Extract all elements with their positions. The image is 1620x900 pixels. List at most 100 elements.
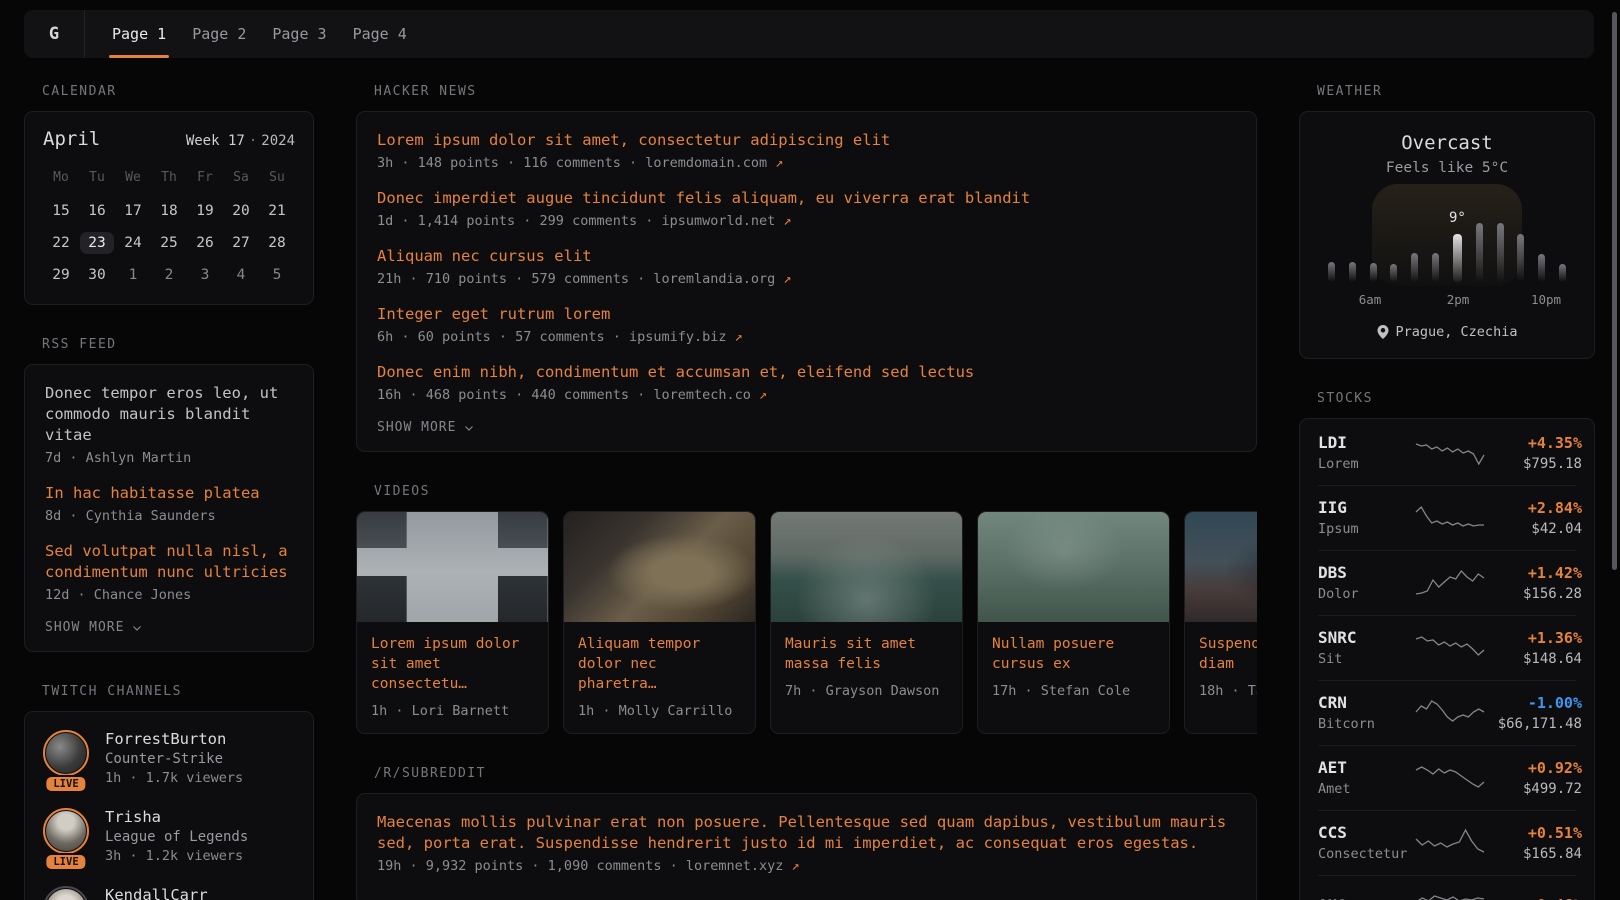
weather-bar	[1349, 262, 1356, 282]
stock-name: Consectetur	[1318, 846, 1414, 862]
video-thumbnail[interactable]	[771, 512, 962, 622]
weather-time-labels: 6am2pm10pm	[1326, 292, 1568, 308]
weather-time-label: 6am	[1359, 292, 1382, 307]
stock-row[interactable]: IIGIpsum+2.84%$42.04	[1318, 485, 1576, 550]
stock-ticker: IIG	[1318, 498, 1414, 517]
rss-item-title[interactable]: Sed volutpat nulla nisl, a condimentum n…	[45, 541, 293, 583]
stock-values: +4.35%$795.18	[1486, 434, 1582, 472]
stock-price: $499.72	[1486, 781, 1582, 797]
stock-ticker: AET	[1318, 758, 1414, 777]
stock-row[interactable]: CRNBitcorn-1.00%$66,171.48	[1318, 680, 1576, 745]
subreddit-section: /R/SUBREDDIT Maecenas mollis pulvinar er…	[356, 766, 1257, 900]
stock-id: AHS	[1318, 896, 1414, 900]
rss-item-title[interactable]: Donec tempor eros leo, ut commodo mauris…	[45, 383, 293, 446]
video-thumbnail[interactable]	[978, 512, 1169, 622]
calendar-day: 2	[151, 260, 187, 290]
nav-tab[interactable]: Page 4	[340, 10, 420, 58]
weather-bar	[1559, 264, 1566, 282]
stock-ticker: AHS	[1318, 896, 1414, 900]
hackernews-widget: Lorem ipsum dolor sit amet, consectetur …	[356, 111, 1257, 452]
rss-item-title[interactable]: In hac habitasse platea	[45, 483, 293, 504]
external-link-icon[interactable]: ↗	[792, 858, 800, 874]
chevron-down-icon	[131, 622, 143, 634]
video-thumbnail[interactable]	[357, 512, 548, 622]
app-logo[interactable]: G	[24, 10, 84, 58]
page-tabs: Page 1Page 2Page 3Page 4	[85, 10, 420, 58]
external-link-icon[interactable]: ↗	[759, 387, 767, 403]
stock-name: Dolor	[1318, 586, 1414, 602]
calendar-weekday: Fr	[187, 164, 223, 190]
subreddit-item-meta: 19h · 9,932 points · 1,090 comments · lo…	[377, 858, 1236, 874]
video-title[interactable]: Lorem ipsum dolor sit amet consectetu…	[371, 634, 534, 694]
video-card[interactable]: Nullam posuere cursus ex17h · Stefan Col…	[977, 511, 1170, 734]
calendar-weekday: Th	[151, 164, 187, 190]
external-link-icon[interactable]: ↗	[735, 329, 743, 345]
avatar[interactable]	[43, 730, 89, 776]
stock-row[interactable]: AETAmet+0.92%$499.72	[1318, 745, 1576, 810]
hackernews-show-more-button[interactable]: SHOW MORE	[377, 420, 1236, 435]
hackernews-item-title[interactable]: Donec enim nibh, condimentum et accumsan…	[377, 362, 1236, 383]
twitch-channel-name[interactable]: Trisha	[105, 808, 248, 826]
page-scrollbar-thumb[interactable]	[1612, 12, 1617, 570]
stock-values: +0.46%	[1486, 896, 1582, 900]
external-link-icon[interactable]: ↗	[783, 271, 791, 287]
twitch-channel-row[interactable]: KendallCarr	[43, 886, 295, 900]
calendar-day: 24	[115, 228, 151, 258]
avatar[interactable]	[43, 886, 89, 900]
twitch-channel-name[interactable]: ForrestBurton	[105, 730, 243, 748]
twitch-channel-row[interactable]: LIVEForrestBurtonCounter-Strike1h · 1.7k…	[43, 730, 295, 786]
stock-row[interactable]: AHS+0.46%	[1318, 875, 1576, 900]
stock-row[interactable]: CCSConsectetur+0.51%$165.84	[1318, 810, 1576, 875]
rss-item: In hac habitasse platea8d · Cynthia Saun…	[45, 483, 293, 524]
twitch-channel-name[interactable]: KendallCarr	[105, 886, 208, 900]
weather-widget: Overcast Feels like 5°C 9° 6am2pm10pm Pr…	[1299, 111, 1595, 359]
stock-sparkline	[1414, 696, 1486, 730]
hackernews-item-title[interactable]: Integer eget rutrum lorem	[377, 304, 1236, 325]
video-title[interactable]: Nullam posuere cursus ex	[992, 634, 1155, 674]
hackernews-item-title[interactable]: Donec imperdiet augue tincidunt felis al…	[377, 188, 1236, 209]
external-link-icon[interactable]: ↗	[775, 155, 783, 171]
avatar[interactable]	[43, 808, 89, 854]
stock-row[interactable]: LDILorem+4.35%$795.18	[1318, 421, 1576, 485]
stock-id: AETAmet	[1318, 758, 1414, 797]
video-card[interactable]: Aliquam tempor dolor nec pharetra… 1h · M…	[563, 511, 756, 734]
twitch-avatar-wrap: LIVE	[43, 808, 89, 864]
hackernews-item-meta: 1d · 1,414 points · 299 comments · ipsum…	[377, 213, 1236, 229]
hackernews-item-title[interactable]: Lorem ipsum dolor sit amet, consectetur …	[377, 130, 1236, 151]
weather-section: WEATHER Overcast Feels like 5°C 9° 6am2p…	[1299, 84, 1595, 359]
hackernews-item-title[interactable]: Aliquam nec cursus elit	[377, 246, 1236, 267]
subreddit-section-title: /R/SUBREDDIT	[374, 766, 1257, 781]
calendar-section: CALENDAR April Week 17·2024 MoTuWeThFrSa…	[24, 84, 314, 305]
stock-row[interactable]: DBSDolor+1.42%$156.28	[1318, 550, 1576, 615]
stock-sparkline-wrap	[1414, 566, 1486, 600]
right-column: WEATHER Overcast Feels like 5°C 9° 6am2p…	[1299, 84, 1595, 900]
video-title[interactable]: Suspendisse diam	[1199, 634, 1257, 674]
video-card[interactable]: Suspendisse diam18h · Tara	[1184, 511, 1257, 734]
weather-bar-current: 9°	[1453, 234, 1462, 282]
calendar-day: 29	[43, 260, 79, 290]
external-link-icon[interactable]: ↗	[783, 213, 791, 229]
subreddit-item-title[interactable]: Maecenas mollis pulvinar erat non posuer…	[377, 812, 1236, 854]
stock-price: $42.04	[1486, 521, 1582, 537]
calendar-weekday: Tu	[79, 164, 115, 190]
rss-show-more-button[interactable]: SHOW MORE	[45, 620, 293, 635]
nav-tab[interactable]: Page 2	[179, 10, 259, 58]
twitch-channel-row[interactable]: LIVETrishaLeague of Legends3h · 1.2k vie…	[43, 808, 295, 864]
stock-row[interactable]: SNRCSit+1.36%$148.64	[1318, 615, 1576, 680]
video-card[interactable]: Mauris sit amet massa felis7h · Grayson …	[770, 511, 963, 734]
video-meta: 1h · Molly Carrillo	[578, 703, 741, 719]
rss-item: Sed volutpat nulla nisl, a condimentum n…	[45, 541, 293, 603]
nav-tab[interactable]: Page 3	[259, 10, 339, 58]
video-thumbnail[interactable]	[1185, 512, 1257, 622]
nav-tab[interactable]: Page 1	[99, 10, 179, 58]
calendar-weekday: Mo	[43, 164, 79, 190]
video-title[interactable]: Mauris sit amet massa felis	[785, 634, 948, 674]
stock-sparkline-wrap	[1414, 826, 1486, 860]
video-card[interactable]: Lorem ipsum dolor sit amet consectetu…1h…	[356, 511, 549, 734]
weather-location: Prague, Czechia	[1318, 324, 1576, 340]
stock-values: +0.51%$165.84	[1486, 824, 1582, 862]
weather-bar	[1328, 262, 1335, 282]
video-thumbnail[interactable]	[564, 512, 755, 622]
video-title[interactable]: Aliquam tempor dolor nec pharetra…	[578, 634, 741, 694]
stock-ticker: CRN	[1318, 693, 1414, 712]
